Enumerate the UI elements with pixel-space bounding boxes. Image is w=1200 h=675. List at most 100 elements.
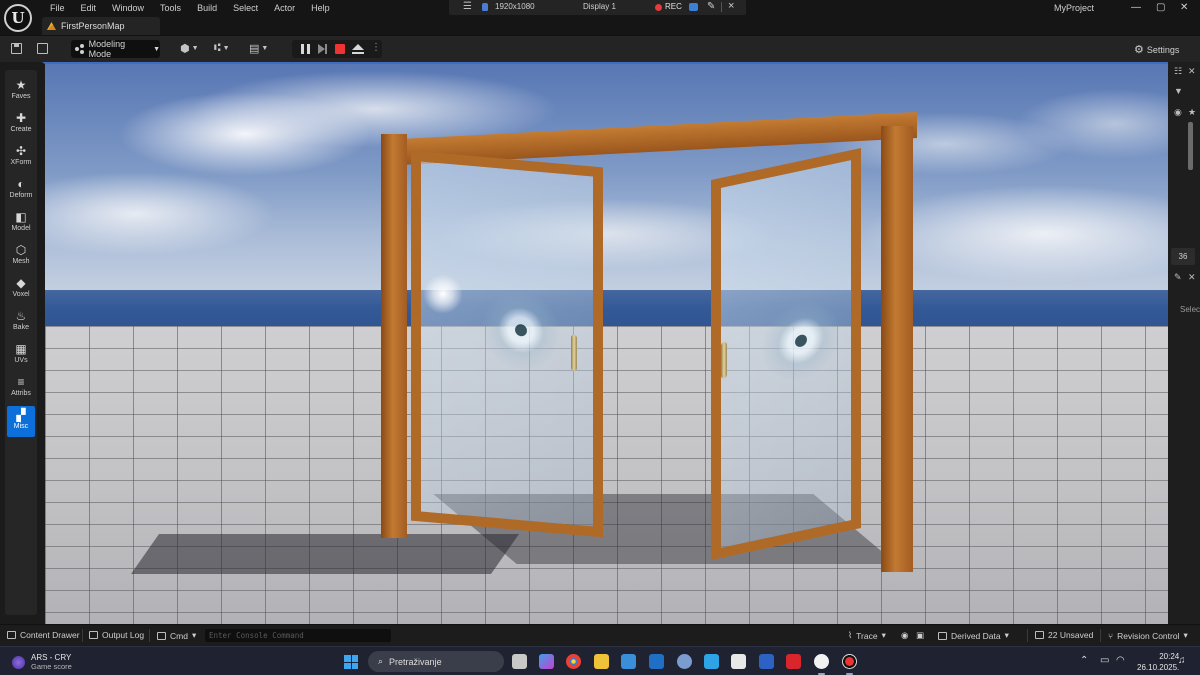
category-model[interactable]: ◧ Model (7, 208, 35, 239)
screen-recorder-icon[interactable] (842, 654, 857, 675)
display-tray-icon[interactable]: ▭ (1100, 655, 1109, 666)
menu-tools[interactable]: Tools (152, 2, 189, 14)
door-handle[interactable] (721, 341, 727, 379)
category-create[interactable]: ✚ Create (7, 109, 35, 140)
recorder-menu-icon[interactable]: ☰ (463, 1, 472, 12)
store-icon[interactable] (621, 654, 636, 669)
tray-chevron-up-icon[interactable]: ⌃ (1080, 655, 1088, 666)
word-icon[interactable] (759, 654, 774, 669)
door-handle[interactable] (571, 334, 577, 372)
modes-icon (75, 44, 85, 54)
pen-icon[interactable]: ✎ (707, 1, 715, 12)
menu-window[interactable]: Window (104, 2, 152, 14)
category-attribs[interactable]: ≡ Attribs (7, 373, 35, 404)
blueprint-icon: ⑆ (214, 42, 221, 54)
grid-floor (45, 326, 1168, 624)
rec-label[interactable]: REC (665, 2, 682, 11)
category-uvs[interactable]: ▦ UVs (7, 340, 35, 371)
output-log-button[interactable]: Output Log (89, 630, 144, 640)
copilot-icon[interactable] (539, 654, 554, 669)
trace-dropdown[interactable]: ⌇ Trace ▾ (848, 630, 886, 641)
door-frame-left-post[interactable] (381, 134, 407, 538)
menu-build[interactable]: Build (189, 2, 225, 14)
console-command-input[interactable]: Enter Console Command (205, 629, 391, 642)
recorder-close-icon[interactable]: × (728, 0, 734, 12)
file-explorer-icon[interactable] (594, 654, 609, 669)
mode-selector-button[interactable]: Modeling Mode ▼ (71, 39, 160, 59)
close-window-button[interactable]: ✕ (1180, 2, 1188, 13)
stop-icon[interactable] (335, 44, 345, 54)
voxel-icon: ◆ (16, 276, 26, 290)
notes-app-icon[interactable] (704, 654, 719, 669)
category-faves[interactable]: ★ Faves (7, 76, 35, 107)
cinematics-button[interactable]: ▤ ▼ (249, 42, 268, 55)
wifi-icon[interactable]: ◠ (1116, 655, 1125, 666)
minimize-button[interactable]: — (1131, 2, 1141, 13)
windows-taskbar: ARS - CRY Game score ⌕ Pretraživanje ⌃ ▭… (0, 646, 1200, 675)
category-xform[interactable]: ✣ XForm (7, 142, 35, 173)
menu-edit[interactable]: Edit (73, 2, 105, 14)
category-deform[interactable]: ◐ Deform (7, 175, 35, 206)
game-widget[interactable]: ARS - CRY Game score (12, 653, 72, 671)
camera-icon[interactable] (689, 3, 698, 11)
unreal-engine-taskbar-icon[interactable] (814, 654, 829, 675)
category-bake[interactable]: ♨ Bake (7, 307, 35, 338)
glass-crack (761, 292, 841, 390)
menu-file[interactable]: File (42, 2, 73, 14)
unsaved-button[interactable]: 22 Unsaved (1035, 630, 1093, 640)
scrollbar[interactable] (1188, 122, 1193, 170)
amd-software-icon[interactable] (786, 654, 801, 669)
pause-icon[interactable] (301, 44, 310, 54)
category-mesh[interactable]: ⬡ Mesh (7, 241, 35, 272)
step-frame-icon[interactable] (318, 44, 327, 54)
blueprint-button[interactable]: ⑆ ▼ (214, 42, 230, 54)
record-dot-icon[interactable] (655, 4, 662, 11)
close-icon[interactable]: ✕ (1188, 272, 1196, 283)
recording-bar: ☰ 1920x1080 Display 1 REC ✎ × (449, 0, 746, 15)
left-door-leaf[interactable] (411, 150, 603, 538)
star-icon[interactable]: ★ (1188, 107, 1196, 118)
play-options-icon[interactable]: ⋮ (371, 42, 381, 53)
settings-app-icon[interactable] (677, 654, 692, 669)
add-actor-icon: ⬢ (180, 43, 190, 55)
notification-bell-icon[interactable]: ♫ (1178, 655, 1186, 666)
settings-button[interactable]: ⚙ Settings (1134, 43, 1179, 56)
task-view-icon[interactable] (512, 654, 527, 669)
close-icon[interactable]: ✕ (1188, 66, 1196, 77)
category-voxel[interactable]: ◆ Voxel (7, 274, 35, 305)
unreal-logo-icon[interactable]: U (4, 4, 32, 32)
chrome-icon[interactable] (566, 654, 581, 669)
snapshot-icon[interactable]: ▣ (916, 630, 924, 641)
taskbar-search[interactable]: ⌕ Pretraživanje (368, 651, 504, 672)
content-drawer-button[interactable]: Content Drawer (7, 630, 80, 640)
revision-control-dropdown[interactable]: ⑂ Revision Control ▾ (1108, 630, 1188, 641)
start-button-icon[interactable] (344, 655, 358, 669)
system-clock[interactable]: 20:24 26.10.2025. (1137, 651, 1179, 673)
derived-data-dropdown[interactable]: Derived Data ▾ (938, 630, 1009, 641)
outliner-icon[interactable]: ☷ (1174, 66, 1182, 77)
eject-icon[interactable] (352, 44, 364, 54)
add-actor-button[interactable]: ⬢ ▼ (180, 42, 199, 55)
maximize-button[interactable]: ▢ (1156, 2, 1165, 13)
outlook-icon[interactable] (649, 654, 664, 669)
cmd-dropdown[interactable]: Cmd ▾ (157, 630, 196, 641)
level-viewport[interactable] (42, 62, 1168, 624)
record-trace-icon[interactable]: ◉ (901, 630, 908, 641)
menu-help[interactable]: Help (303, 2, 338, 14)
category-misc[interactable]: ▞ Misc (7, 406, 35, 437)
recording-display[interactable]: Display 1 (583, 2, 616, 11)
menu-select[interactable]: Select (225, 2, 266, 14)
misc-icon: ▞ (16, 408, 26, 422)
brush-icon[interactable]: ✎ (1174, 272, 1182, 283)
eye-icon[interactable]: ◉ (1174, 107, 1182, 118)
menu-actor[interactable]: Actor (266, 2, 303, 14)
right-door-leaf[interactable] (711, 148, 861, 560)
door-frame-right-post[interactable] (881, 126, 913, 572)
microphone-icon[interactable] (482, 3, 488, 11)
log-icon (89, 631, 98, 639)
content-browser-icon[interactable] (37, 43, 48, 54)
save-icon[interactable] (11, 43, 22, 54)
tab-first-person-map[interactable]: FirstPersonMap (42, 17, 160, 35)
filter-icon[interactable]: ▼ (1174, 86, 1183, 96)
calculator-icon[interactable] (731, 654, 746, 669)
